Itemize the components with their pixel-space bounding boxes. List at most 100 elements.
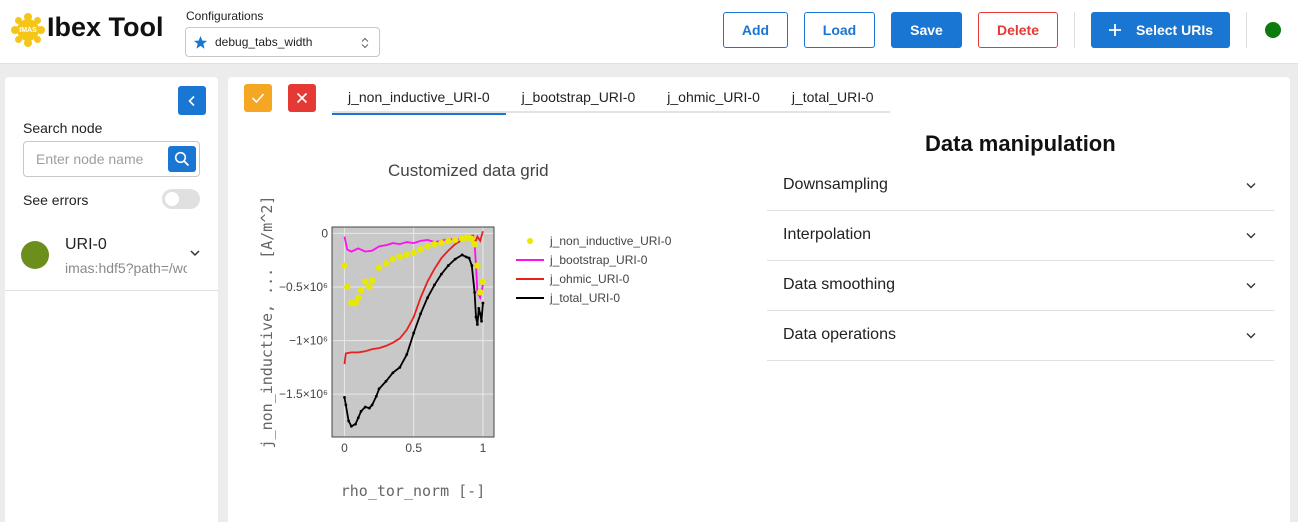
tab-j-bootstrap[interactable]: j_bootstrap_URI-0 xyxy=(506,81,652,113)
accordion-data-smoothing[interactable]: Data smoothing xyxy=(767,261,1274,311)
data-point xyxy=(464,255,468,259)
data-point xyxy=(405,353,409,356)
data-point xyxy=(396,253,404,261)
save-button[interactable]: Save xyxy=(891,12,962,48)
data-point xyxy=(391,371,395,375)
data-manipulation-title: Data manipulation xyxy=(925,131,1116,156)
select-uris-button[interactable]: Select URIs xyxy=(1091,12,1230,48)
tab-j-non-inductive[interactable]: j_non_inductive_URI-0 xyxy=(332,81,506,115)
add-button[interactable]: Add xyxy=(723,12,788,48)
data-point xyxy=(446,264,450,267)
data-point xyxy=(479,278,487,285)
data-point xyxy=(445,237,452,245)
x-tick-label: 1 xyxy=(480,441,487,455)
legend-label: j_bootstrap_URI-0 xyxy=(549,253,648,267)
data-point xyxy=(477,307,481,310)
plus-icon xyxy=(1108,24,1121,36)
configuration-select[interactable]: debug_tabs_width xyxy=(185,27,380,57)
search-node-input[interactable] xyxy=(24,142,169,176)
accordion-interpolation[interactable]: Interpolation xyxy=(767,211,1274,261)
see-errors-toggle[interactable] xyxy=(162,189,200,209)
data-point xyxy=(367,406,371,410)
tab-j-ohmic[interactable]: j_ohmic_URI-0 xyxy=(651,81,776,113)
y-tick-label: 0 xyxy=(321,226,328,240)
data-point xyxy=(473,290,477,294)
star-icon xyxy=(193,35,208,49)
chevron-down-icon xyxy=(1246,333,1256,339)
collapse-sidebar-button[interactable] xyxy=(178,86,206,115)
data-point xyxy=(355,294,362,301)
y-axis-label: j_non_inductive, ... [A/m^2] xyxy=(258,196,276,449)
data-point xyxy=(410,249,417,256)
data-point xyxy=(366,283,373,291)
legend-item[interactable]: j_bootstrap_URI-0 xyxy=(516,253,648,267)
accordion-downsampling[interactable]: Downsampling xyxy=(767,161,1274,211)
svg-text:IMAS: IMAS xyxy=(19,27,37,34)
uri-path: imas:hdf5?path=/work xyxy=(65,260,187,276)
data-point xyxy=(384,379,388,383)
tab-j-total[interactable]: j_total_URI-0 xyxy=(776,81,890,113)
data-point xyxy=(475,323,479,326)
data-point xyxy=(343,395,346,399)
data-point xyxy=(480,319,483,323)
data-point xyxy=(403,251,410,259)
search-node-field xyxy=(23,141,200,177)
see-errors-label: See errors xyxy=(23,192,89,208)
data-point xyxy=(344,283,351,291)
x-axis-label: rho_tor_norm [-] xyxy=(341,482,486,500)
accordion-label: Data operations xyxy=(783,326,896,343)
search-button[interactable] xyxy=(168,146,196,172)
y-tick-label: −1×10⁶ xyxy=(289,334,328,348)
legend-item[interactable]: j_ohmic_URI-0 xyxy=(516,272,630,286)
data-point xyxy=(389,255,397,263)
chevron-down-icon xyxy=(1246,283,1256,289)
data-point xyxy=(433,283,436,287)
data-point xyxy=(417,246,424,253)
uri-list-item[interactable]: URI-0 imas:hdf5?path=/work xyxy=(5,225,218,291)
data-point xyxy=(438,239,445,247)
data-point xyxy=(377,387,381,391)
x-tick-labels: 0 0.5 1 xyxy=(341,441,486,455)
load-button[interactable]: Load xyxy=(804,12,875,48)
legend-marker xyxy=(527,238,533,244)
search-node-label: Search node xyxy=(23,120,103,136)
legend-item[interactable]: j_total_URI-0 xyxy=(516,291,620,305)
delete-button[interactable]: Delete xyxy=(978,12,1058,48)
configuration-value: debug_tabs_width xyxy=(215,35,313,49)
header-divider xyxy=(1074,12,1075,48)
data-point xyxy=(470,264,474,267)
accordion-label: Downsampling xyxy=(783,176,888,193)
app-header: IMAS Ibex Tool Configurations debug_tabs… xyxy=(0,0,1298,64)
check-icon xyxy=(251,93,265,104)
plot-legend: j_non_inductive_URI-0 j_bootstrap_URI-0 j_… xyxy=(516,234,672,305)
data-point xyxy=(357,287,365,294)
data-point xyxy=(476,289,484,296)
node-sidebar: Search node See errors URI-0 imas:hdf5?p… xyxy=(5,77,218,522)
data-point xyxy=(356,416,360,420)
y-tick-label: −0.5×10⁶ xyxy=(279,280,328,294)
data-point xyxy=(419,312,423,316)
data-point xyxy=(474,262,481,269)
signal-tabs: j_non_inductive_URI-0 j_bootstrap_URI-0 … xyxy=(332,81,890,115)
plot-title: Customized data grid xyxy=(388,161,549,180)
plot-area[interactable]: 0 0.5 1 0−0.5×10⁶−1×10⁶−1.5×10⁶ j_non_indu… xyxy=(228,187,748,507)
search-icon xyxy=(174,151,190,167)
data-point xyxy=(349,424,353,428)
chevron-down-icon xyxy=(1246,233,1256,239)
connection-status-indicator xyxy=(1265,22,1281,38)
accordion-data-operations[interactable]: Data operations xyxy=(767,311,1274,361)
data-point xyxy=(398,365,402,369)
data-point xyxy=(474,315,478,319)
app-title: Ibex Tool xyxy=(47,12,164,42)
cancel-button[interactable] xyxy=(288,84,316,112)
accordion-label: Interpolation xyxy=(783,226,872,243)
select-uris-label: Select URIs xyxy=(1135,22,1214,38)
data-point xyxy=(424,243,431,250)
legend-item[interactable]: j_non_inductive_URI-0 xyxy=(527,234,672,248)
header-divider-2 xyxy=(1246,12,1247,48)
confirm-button[interactable] xyxy=(244,84,272,112)
data-point xyxy=(467,256,471,260)
data-point xyxy=(344,403,348,407)
select-arrows-icon xyxy=(361,37,369,49)
chevron-down-icon[interactable] xyxy=(189,249,201,257)
